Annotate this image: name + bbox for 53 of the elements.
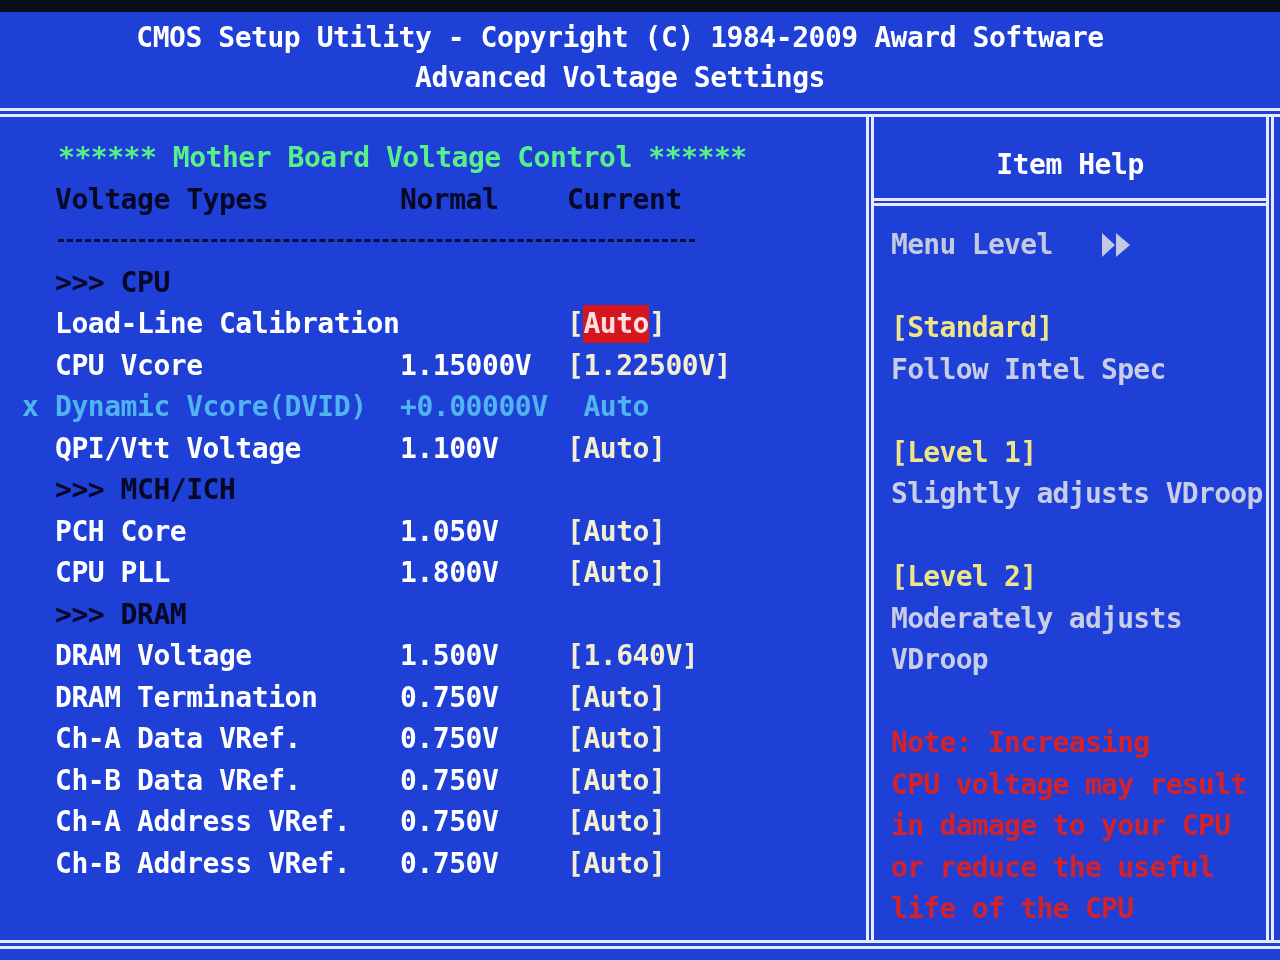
normal-value: +0.00000V [400, 390, 548, 423]
setting-value[interactable]: [Auto] [567, 759, 666, 801]
group-label: >>> DRAM [55, 597, 187, 631]
setting-value[interactable]: [Auto] [567, 510, 666, 552]
setting-label: CPU PLL [55, 556, 170, 589]
help-title: Item Help [996, 148, 1144, 181]
page-title: Advanced Voltage Settings [415, 61, 825, 94]
setup-title: CMOS Setup Utility - Copyright (C) 1984-2009 Award Software [136, 21, 1104, 54]
double-triangle-icon [1101, 232, 1130, 257]
normal-value: 0.750V [400, 805, 499, 838]
setting-label: DRAM Voltage [55, 639, 252, 672]
option-name: [Standard] [891, 311, 1053, 344]
option-name: [Level 1] [891, 435, 1037, 469]
disabled-marker: x [22, 390, 39, 423]
setting-label: Dynamic Vcore(DVID) [55, 390, 367, 423]
setting-value[interactable]: [Auto] [567, 552, 666, 594]
group-label: >>> CPU [55, 265, 170, 299]
normal-value: 1.100V [400, 431, 499, 465]
normal-value: 1.050V [400, 514, 499, 548]
setting-value[interactable]: [Auto] [567, 676, 666, 718]
setting-label: Ch-A Address VRef. [55, 805, 351, 838]
setting-label: PCH Core [55, 514, 187, 548]
section-heading: ****** Mother Board Voltage Control ****** [58, 140, 747, 176]
column-header: Normal [400, 182, 499, 216]
option-name: [Level 2] [891, 560, 1037, 593]
normal-value: 0.750V [400, 680, 499, 714]
setting-label: QPI/Vtt Voltage [55, 431, 301, 465]
option-description: Follow Intel Spec [891, 351, 1166, 388]
setting-label: Ch-B Address VRef. [55, 846, 351, 880]
menu-level-label: Menu Level [891, 227, 1053, 263]
normal-value: 1.500V [400, 639, 499, 672]
setting-label: DRAM Termination [55, 680, 318, 714]
setting-value[interactable]: [1.22500V] [567, 344, 731, 386]
normal-value: 0.750V [400, 846, 499, 880]
setting-label: CPU Vcore [55, 348, 203, 382]
group-label: >>> MCH/ICH [55, 473, 236, 506]
column-header: Current [567, 182, 682, 216]
warning-note: Note: Increasing CPU voltage may result in damage to your CPU or reduce the useful life of the CPU [891, 725, 1247, 927]
option-description: Slightly adjusts VDroop [891, 476, 1263, 512]
normal-value: 1.800V [400, 556, 499, 589]
setting-label: Ch-B Data VRef. [55, 763, 301, 797]
setting-value[interactable]: [1.640V] [567, 635, 699, 677]
setting-value[interactable]: [Auto] [567, 842, 666, 884]
setting-label: Load-Line Calibration [55, 307, 400, 340]
setting-label: Ch-A Data VRef. [55, 722, 301, 755]
setting-value[interactable]: [Auto] [567, 427, 666, 469]
option-description: Moderately adjusts VDroop [891, 600, 1182, 678]
setting-value[interactable]: [Auto] [567, 801, 666, 843]
normal-value: 0.750V [400, 722, 499, 755]
column-header: Voltage Types [55, 182, 269, 216]
normal-value: 0.750V [400, 763, 499, 797]
normal-value: 1.15000V [400, 348, 532, 382]
setting-value[interactable]: [Auto] [567, 718, 666, 760]
